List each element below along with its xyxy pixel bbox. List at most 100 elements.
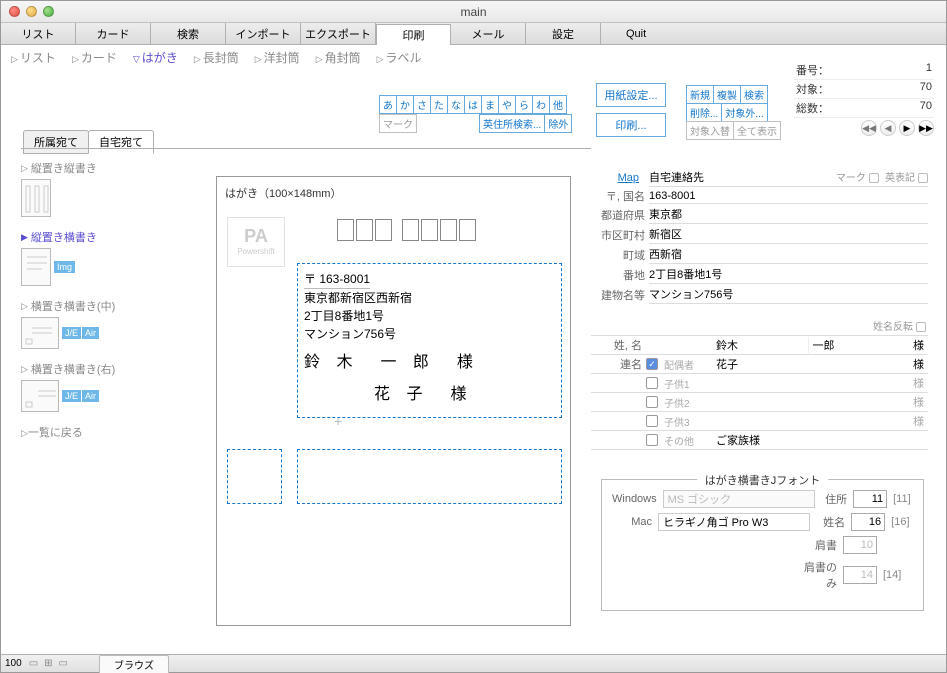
joint-check-4[interactable] <box>646 434 658 446</box>
new-button[interactable]: 新規 <box>686 85 714 104</box>
layout-horz-right[interactable]: ▷横置き横書き(右) <box>21 361 161 377</box>
show-all-button[interactable]: 全て表示 <box>733 121 781 140</box>
thumb-vert-vert[interactable] <box>21 179 51 217</box>
nav-prev-icon[interactable]: ◀ <box>880 120 896 136</box>
exclude-button[interactable]: 除外 <box>544 114 572 133</box>
tab-quit[interactable]: Quit <box>601 23 946 44</box>
subtab-kaku[interactable]: ▷角封筒 <box>316 49 361 66</box>
zoom-value[interactable]: 100 <box>1 658 26 669</box>
tab-home-address[interactable]: 自宅宛て <box>88 130 154 154</box>
names-section: 姓名反転 姓, 名 鈴木一郎 様 連名 ✓ 配偶者 花子 様 子供1 様 子供2… <box>591 316 928 450</box>
preview-addr1: 東京都新宿区西新宿 <box>304 289 555 307</box>
tab-export[interactable]: エクスポート <box>301 23 376 44</box>
preview-sender-box[interactable] <box>227 449 282 504</box>
nav-last-icon[interactable]: ▶▶ <box>918 120 934 136</box>
dup-button[interactable]: 複製 <box>713 85 741 104</box>
preview-extra-box[interactable] <box>297 449 562 504</box>
thumb-horz-right[interactable] <box>21 380 59 412</box>
map-link[interactable]: Map <box>618 172 639 184</box>
sei-field[interactable]: 鈴木 <box>712 337 808 353</box>
bldg-field[interactable]: マンション756号 <box>649 285 928 304</box>
eng-checkbox[interactable] <box>918 173 928 183</box>
zip-field[interactable]: 163-8001 <box>649 189 928 204</box>
kana-sa[interactable]: さ <box>413 95 431 114</box>
mark-checkbox[interactable] <box>869 173 879 183</box>
joint-check-1[interactable] <box>646 377 658 389</box>
joint-check-0[interactable]: ✓ <box>646 358 658 370</box>
joint-val-4[interactable]: ご家族様 <box>712 432 903 448</box>
joint-label: 連名 <box>591 356 646 372</box>
town-field[interactable]: 西新宿 <box>649 245 928 264</box>
joint-check-3[interactable] <box>646 415 658 427</box>
mac-font-field[interactable] <box>658 513 810 531</box>
joint-hon-3[interactable]: 様 <box>903 413 928 429</box>
kana-ta[interactable]: た <box>430 95 448 114</box>
browse-tab[interactable]: ブラウズ <box>99 655 169 673</box>
delete-button[interactable]: 削除... <box>686 103 722 122</box>
tab-settings[interactable]: 設定 <box>526 23 601 44</box>
subtab-list[interactable]: ▷リスト <box>11 49 56 66</box>
preview-address-box[interactable]: 〒 163-8001 東京都新宿区西新宿 2丁目8番地1号 マンション756号 … <box>297 263 562 418</box>
subtab-you[interactable]: ▷洋封筒 <box>255 49 300 66</box>
zoom-out-icon[interactable]: ▭ <box>26 658 41 669</box>
subtab-card[interactable]: ▷カード <box>72 49 117 66</box>
kata2-size-field[interactable] <box>843 566 877 584</box>
ej-search-button[interactable]: 英住所検索... <box>479 114 545 133</box>
kana-ka[interactable]: か <box>396 95 414 114</box>
exclude-target-button[interactable]: 対象外... <box>721 103 767 122</box>
badge-img[interactable]: Img <box>54 261 75 273</box>
subtab-naga[interactable]: ▷長封筒 <box>194 49 239 66</box>
kana-ya[interactable]: や <box>498 95 516 114</box>
tab-search[interactable]: 検索 <box>151 23 226 44</box>
kana-ra[interactable]: ら <box>515 95 533 114</box>
paper-setup-button[interactable]: 用紙設定... <box>596 83 666 107</box>
block-field[interactable]: 2丁目8番地1号 <box>649 265 928 284</box>
windows-font-field[interactable] <box>663 490 815 508</box>
joint-hon-0[interactable]: 様 <box>903 356 928 372</box>
layout-horz-mid[interactable]: ▷横置き横書き(中) <box>21 298 161 314</box>
layout-vert-vert[interactable]: ▷縦置き縦書き <box>21 160 161 176</box>
kana-ma[interactable]: ま <box>481 95 499 114</box>
joint-hon-2[interactable]: 様 <box>903 394 928 410</box>
print-button[interactable]: 印刷... <box>596 113 666 137</box>
mark-button[interactable]: マーク <box>379 114 417 133</box>
kana-ha[interactable]: は <box>464 95 482 114</box>
nav-first-icon[interactable]: ◀◀ <box>861 120 877 136</box>
tab-card[interactable]: カード <box>76 23 151 44</box>
zoom-in-icon[interactable]: ⊞ <box>41 658 55 669</box>
nav-next-icon[interactable]: ▶ <box>899 120 915 136</box>
badge-je-1[interactable]: J/E <box>62 327 81 339</box>
swap-target-button[interactable]: 対象入替 <box>686 121 734 140</box>
tab-office-address[interactable]: 所属宛て <box>23 130 89 154</box>
tab-mail[interactable]: メール <box>451 23 526 44</box>
badge-je-2[interactable]: J/E <box>62 390 81 402</box>
kana-a[interactable]: あ <box>379 95 397 114</box>
city-field[interactable]: 新宿区 <box>649 225 928 244</box>
zoom-fit-icon[interactable]: ▭ <box>56 658 71 669</box>
name-flip-checkbox[interactable] <box>916 322 926 332</box>
kana-other[interactable]: 他 <box>549 95 567 114</box>
pref-field[interactable]: 東京都 <box>649 205 928 224</box>
kana-wa[interactable]: わ <box>532 95 550 114</box>
tab-print[interactable]: 印刷 <box>376 24 451 45</box>
thumb-horz-mid[interactable] <box>21 317 59 349</box>
search-button[interactable]: 検索 <box>740 85 768 104</box>
kata-size-field[interactable] <box>843 536 877 554</box>
tab-import[interactable]: インポート <box>226 23 301 44</box>
kana-na[interactable]: な <box>447 95 465 114</box>
mei-field[interactable]: 一郎 <box>808 337 904 353</box>
layout-vert-horz[interactable]: ▶縦置き横書き <box>21 229 161 245</box>
joint-check-2[interactable] <box>646 396 658 408</box>
badge-air-1[interactable]: Air <box>82 327 99 339</box>
thumb-vert-horz[interactable] <box>21 248 51 286</box>
tab-list[interactable]: リスト <box>1 23 76 44</box>
badge-air-2[interactable]: Air <box>82 390 99 402</box>
joint-val-0[interactable]: 花子 <box>712 356 903 372</box>
subtab-hagaki[interactable]: ▽はがき <box>133 49 178 66</box>
hon-main[interactable]: 様 <box>903 337 928 353</box>
back-to-list[interactable]: ▷一覧に戻る <box>21 424 161 440</box>
joint-hon-1[interactable]: 様 <box>903 375 928 391</box>
name-size-field[interactable] <box>851 513 885 531</box>
subtab-label[interactable]: ▷ラベル <box>377 49 422 66</box>
addr-size-field[interactable] <box>853 490 887 508</box>
